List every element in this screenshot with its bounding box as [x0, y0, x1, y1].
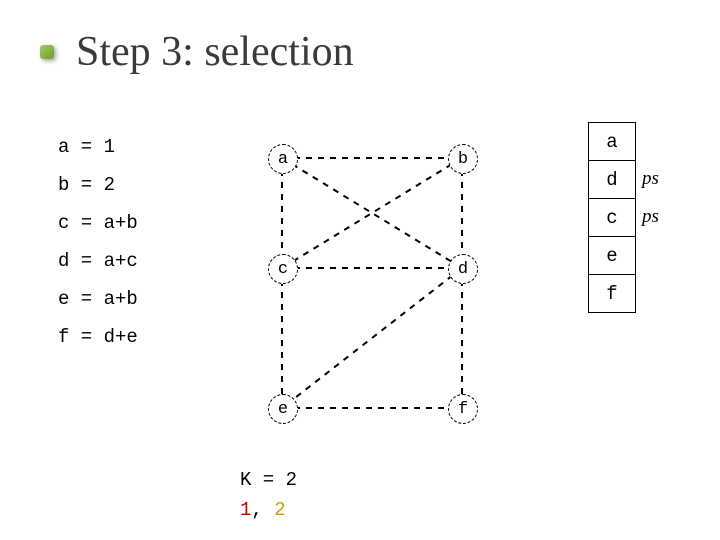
equations: a = 1 b = 2 c = a+b d = a+c e = a+b f = … — [58, 128, 138, 356]
colors-line: 1, 2 — [240, 495, 297, 525]
eq-c: c = a+b — [58, 204, 138, 242]
title-wrap: Step 3: selection — [40, 28, 354, 76]
node-b: b — [448, 144, 478, 174]
eq-f: f = d+e — [58, 318, 138, 356]
node-d: d — [448, 254, 478, 284]
color-1: 1 — [240, 499, 251, 521]
stack-a: a — [589, 123, 635, 160]
bullet-icon — [40, 45, 54, 59]
eq-d: d = a+c — [58, 242, 138, 280]
stack-c: c — [589, 198, 635, 236]
node-a: a — [268, 144, 298, 174]
eq-a: a = 1 — [58, 128, 138, 166]
stack-box: a d c e f — [588, 122, 636, 313]
page-title: Step 3: selection — [76, 28, 354, 76]
stack-e: e — [589, 236, 635, 274]
comma: , — [251, 499, 274, 521]
footer: K = 2 1, 2 — [240, 465, 297, 525]
color-2: 2 — [274, 499, 285, 521]
slide: Step 3: selection a = 1 b = 2 c = a+b d … — [0, 0, 720, 540]
node-e: e — [268, 394, 298, 424]
eq-e: e = a+b — [58, 280, 138, 318]
ps-d: ps — [642, 168, 659, 190]
k-label: K = 2 — [240, 465, 297, 495]
node-f: f — [448, 394, 478, 424]
eq-b: b = 2 — [58, 166, 138, 204]
stack-f: f — [589, 274, 635, 312]
node-c: c — [268, 254, 298, 284]
interference-graph: a b c d e f — [230, 120, 500, 440]
stack-d: d — [589, 160, 635, 198]
ps-c: ps — [642, 206, 659, 228]
